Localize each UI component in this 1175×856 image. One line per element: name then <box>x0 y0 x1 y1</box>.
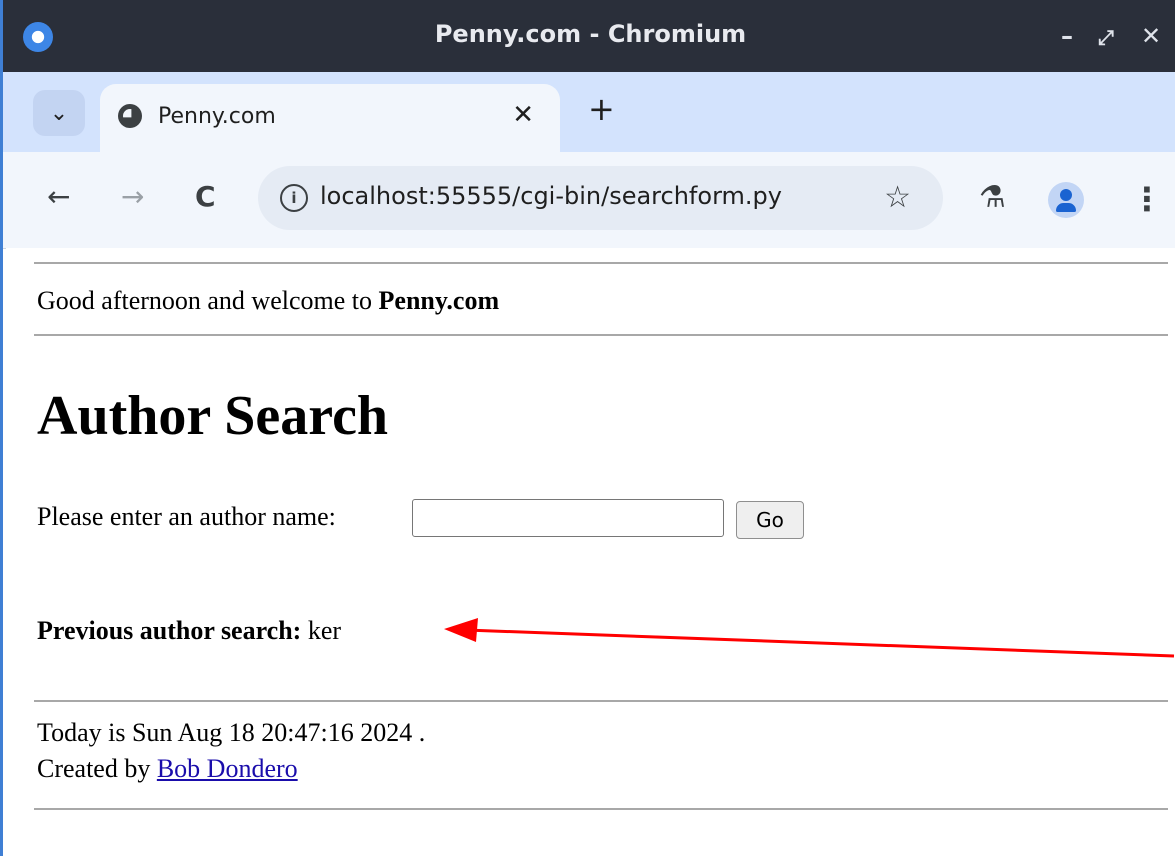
arrow-head <box>444 618 478 642</box>
tab-penny[interactable]: Penny.com ✕ <box>100 84 560 152</box>
page-content: Good afternoon and welcome to Penny.com … <box>6 248 1175 856</box>
new-tab-button[interactable]: + <box>588 90 615 128</box>
site-info-icon[interactable]: i <box>280 184 308 212</box>
bookmark-star-icon[interactable]: ☆ <box>884 180 911 215</box>
profile-avatar-icon[interactable] <box>1048 182 1084 218</box>
labs-flask-icon[interactable]: ⚗ <box>979 180 1006 215</box>
browser-window: Penny.com - Chromium – ⤢ ✕ ⌄ Penny.com ✕… <box>0 0 1175 856</box>
close-window-button[interactable]: ✕ <box>1141 22 1161 50</box>
window-title: Penny.com - Chromium <box>434 20 747 48</box>
forward-button[interactable]: → <box>121 180 144 213</box>
minimize-button[interactable]: – <box>1061 22 1073 50</box>
arrow-shaft <box>465 628 1175 658</box>
chevron-down-icon: ⌄ <box>49 100 69 126</box>
reload-button[interactable]: C <box>195 180 216 213</box>
tab-search-dropdown-button[interactable]: ⌄ <box>33 90 85 136</box>
tab-title: Penny.com <box>158 104 276 129</box>
browser-toolbar: ← → C i localhost:55555/cgi-bin/searchfo… <box>3 152 1175 249</box>
title-bar: Penny.com - Chromium – ⤢ ✕ <box>3 0 1175 72</box>
address-bar[interactable]: i localhost:55555/cgi-bin/searchform.py … <box>258 166 943 230</box>
globe-icon <box>118 104 142 128</box>
url-text[interactable]: localhost:55555/cgi-bin/searchform.py <box>320 182 782 210</box>
tab-strip: ⌄ Penny.com ✕ + <box>3 72 1175 152</box>
restore-button[interactable]: ⤢ <box>1098 25 1114 49</box>
menu-kebab-icon[interactable]: ⋮ <box>1131 180 1163 218</box>
back-button[interactable]: ← <box>47 180 70 213</box>
tab-close-button[interactable]: ✕ <box>512 100 534 130</box>
annotation-arrow <box>444 618 1175 658</box>
